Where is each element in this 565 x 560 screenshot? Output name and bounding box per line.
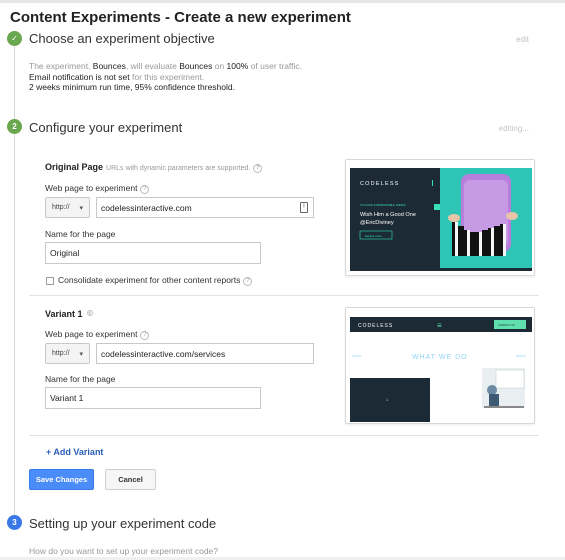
variant-name-input[interactable]: Variant 1 <box>45 387 261 409</box>
original-url-label: Web page to experiment? <box>45 183 150 194</box>
original-name-input[interactable]: Original <box>45 242 261 264</box>
step3-number-badge: 3 <box>7 515 22 530</box>
add-variant-link[interactable]: + Add Variant <box>46 447 103 457</box>
variant-url-input[interactable]: codelessinteractive.com/services <box>96 343 314 364</box>
variant-thumb-left: DIGITAL <box>352 354 362 358</box>
consolidate-checkbox[interactable] <box>46 277 54 285</box>
consolidate-label: Consolidate experiment for other content… <box>58 275 253 286</box>
summary-line-2: Email notification is not set for this e… <box>29 71 205 82</box>
original-protocol-select[interactable]: http://▾ <box>45 197 90 218</box>
variant-page-thumbnail: CODELESS ≡ CONTACT US WHAT WE DO DIGITAL… <box>345 307 535 424</box>
variant-url-label: Web page to experiment? <box>45 329 150 340</box>
thumb-headline-1: Wish Him a Good One <box>360 212 416 218</box>
info-icon[interactable]: © <box>86 309 95 318</box>
divider <box>29 295 539 296</box>
summary-line-1: The experiment, Bounces, will evaluate B… <box>29 61 302 71</box>
page-title: Content Experiments - Create a new exper… <box>10 9 351 26</box>
step2-title: Configure your experiment <box>29 120 183 135</box>
configure-card: Original Page URLs with dynamic parameter… <box>29 150 552 437</box>
variant-heading: Variant 1 © <box>45 309 95 319</box>
summary-line-3: 2 weeks minimum run time, 95% confidence… <box>29 82 235 92</box>
help-icon[interactable]: ? <box>140 184 150 194</box>
step2-number-badge: 2 <box>7 119 22 134</box>
thumb-cta: Explore more <box>365 234 382 238</box>
top-border <box>0 0 565 3</box>
dynamic-params-note: URLs with dynamic parameters are support… <box>106 165 251 172</box>
help-icon[interactable]: ? <box>243 276 253 286</box>
variant-thumb-contact: CONTACT US <box>498 323 515 327</box>
original-page-thumbnail: CODELESS IT'S GOOD & RESPONSIBLE THINGS!… <box>345 159 535 276</box>
steps-timeline <box>14 46 15 526</box>
chevron-down-icon: ▾ <box>79 205 83 212</box>
password-manager-icon[interactable]: ! <box>300 202 308 213</box>
thumb-headline-2: @EricDiviney <box>360 220 394 226</box>
variant-screenshot-image: CODELESS ≡ CONTACT US WHAT WE DO DIGITAL… <box>350 317 532 422</box>
objective-summary: The experiment, Bounces, will evaluate B… <box>29 61 302 93</box>
variant-protocol-select[interactable]: http://▾ <box>45 343 90 364</box>
original-screenshot-image: CODELESS IT'S GOOD & RESPONSIBLE THINGS!… <box>350 168 532 271</box>
chevron-down-icon: ▾ <box>79 351 83 358</box>
menu-icon: ≡ <box>437 321 442 330</box>
help-icon[interactable]: ? <box>140 330 150 340</box>
step1-title: Choose an experiment objective <box>29 31 215 46</box>
cancel-button[interactable]: Cancel <box>105 469 156 490</box>
setup-question: How do you want to set up your experimen… <box>29 546 218 556</box>
divider <box>29 435 539 436</box>
thumb-small-caps: IT'S GOOD & RESPONSIBLE THINGS! <box>360 203 406 207</box>
variant-thumb-heading: WHAT WE DO <box>412 354 468 361</box>
variant-thumb-right: DESIGN <box>516 354 526 358</box>
help-icon[interactable]: ? <box>253 163 263 173</box>
thumb-logo: CODELESS <box>360 181 400 187</box>
step1-edit-link[interactable]: edit <box>516 35 529 44</box>
variant-name-label: Name for the page <box>45 374 116 384</box>
variant-thumb-logo: CODELESS <box>358 323 393 329</box>
original-heading: Original Page URLs with dynamic parameter… <box>45 162 263 173</box>
original-url-input[interactable]: codelessinteractive.com ! <box>96 197 314 218</box>
original-name-label: Name for the page <box>45 229 116 239</box>
step2-status: editing... <box>498 124 529 133</box>
completed-check-icon: ✓ <box>7 31 22 46</box>
save-changes-button[interactable]: Save Changes <box>29 469 94 490</box>
step3-title: Setting up your experiment code <box>29 516 217 531</box>
